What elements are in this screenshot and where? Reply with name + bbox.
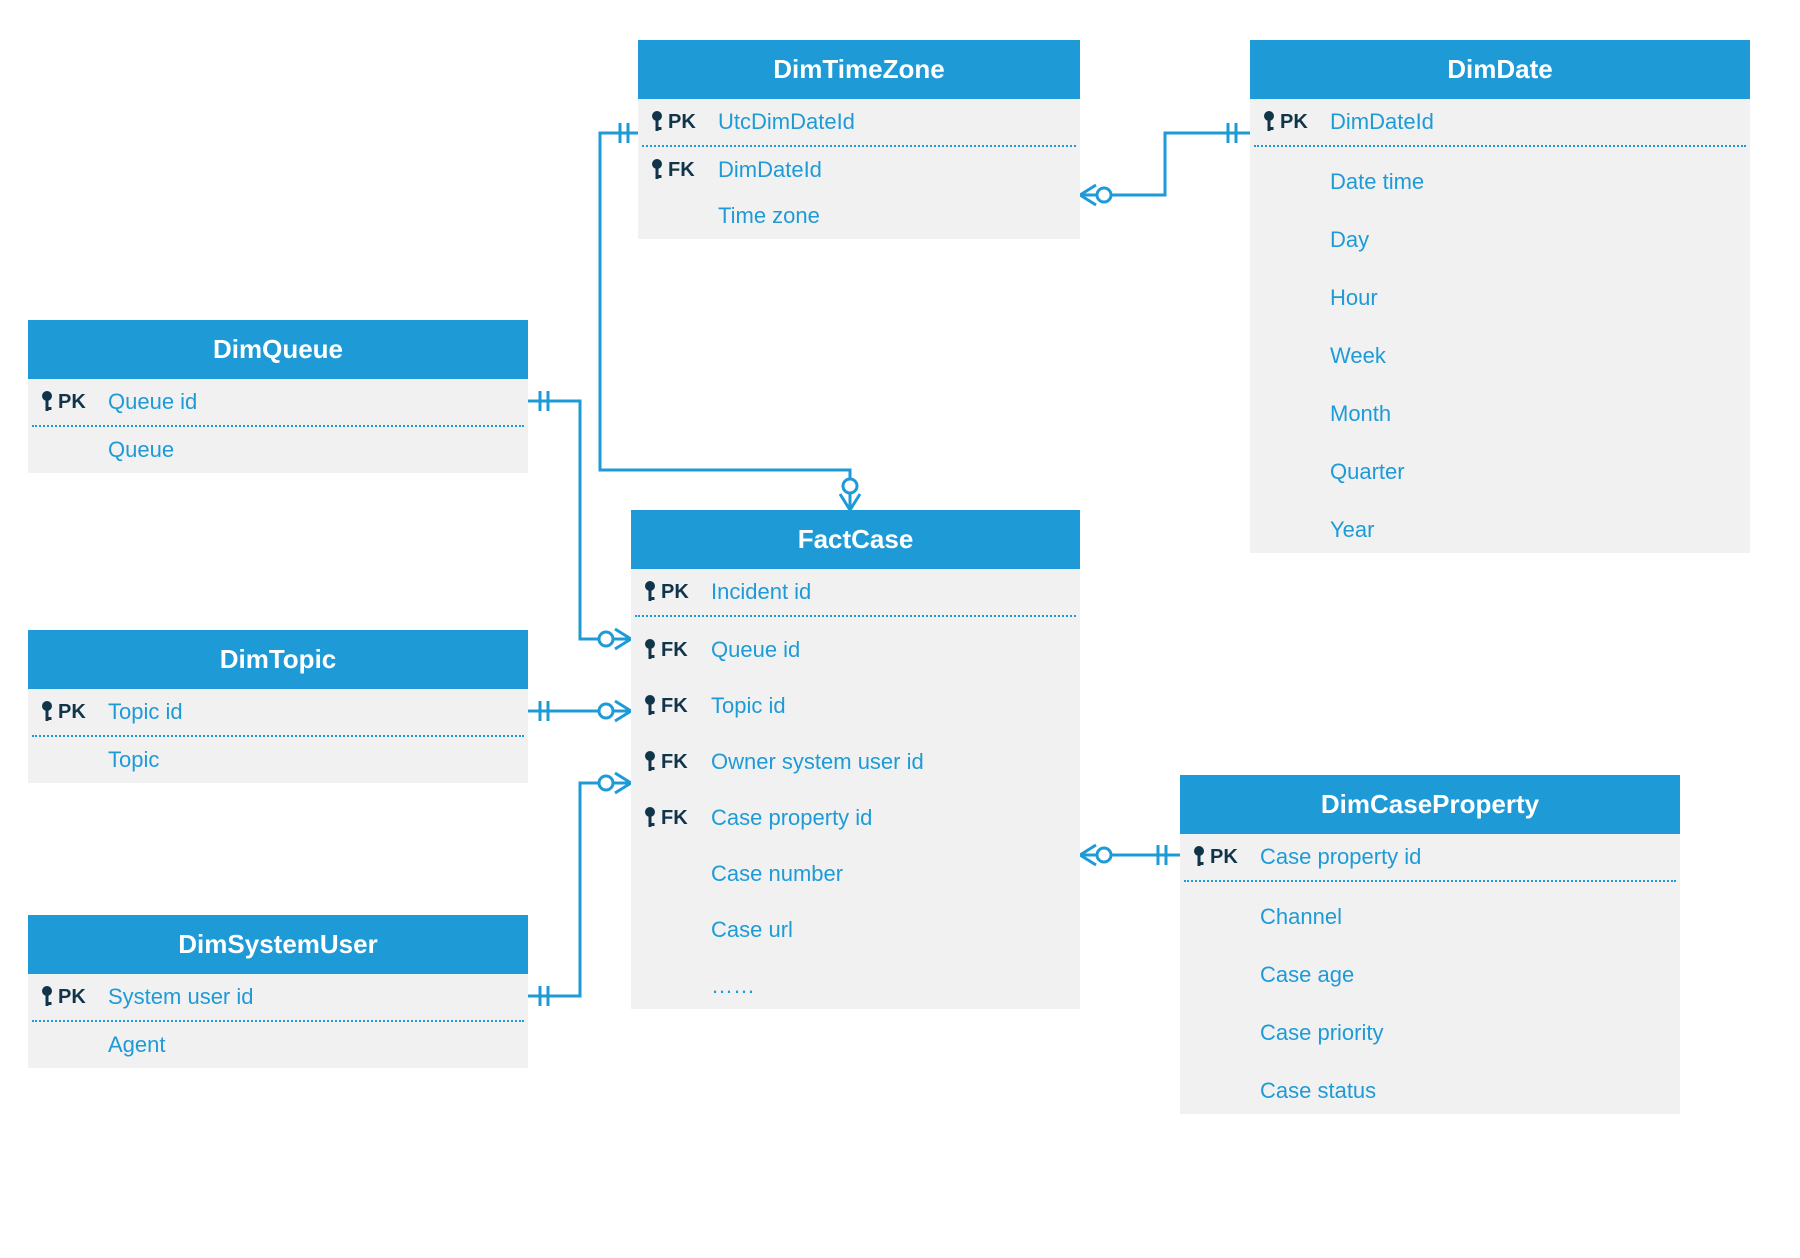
table-row: Day bbox=[1250, 205, 1750, 263]
entity-title: DimCaseProperty bbox=[1180, 775, 1680, 834]
rel-factcase-dimcaseproperty bbox=[1080, 845, 1180, 865]
column-label: …… bbox=[711, 973, 755, 999]
column-label: Case status bbox=[1260, 1078, 1376, 1104]
column-label: Channel bbox=[1260, 904, 1342, 930]
column-label: Case property id bbox=[711, 805, 872, 831]
column-label: UtcDimDateId bbox=[718, 109, 855, 135]
column-label: Case age bbox=[1260, 962, 1354, 988]
table-row: PK System user id bbox=[28, 974, 528, 1020]
entity-dimdate: DimDate PK DimDateId Date time Day Hour … bbox=[1250, 40, 1750, 553]
entity-title: DimSystemUser bbox=[28, 915, 528, 974]
column-label: Case url bbox=[711, 917, 793, 943]
column-label: Queue id bbox=[108, 389, 197, 415]
entity-dimcaseproperty: DimCaseProperty PK Case property id Chan… bbox=[1180, 775, 1680, 1114]
entity-title: DimQueue bbox=[28, 320, 528, 379]
column-label: Day bbox=[1330, 227, 1369, 253]
column-label: Topic bbox=[108, 747, 159, 773]
entity-dimsystemuser: DimSystemUser PK System user id Agent bbox=[28, 915, 528, 1068]
table-row: Topic bbox=[28, 737, 528, 783]
column-label: Time zone bbox=[718, 203, 820, 229]
column-label: DimDateId bbox=[718, 157, 822, 183]
key-icon bbox=[1190, 844, 1208, 870]
entity-title: FactCase bbox=[631, 510, 1080, 569]
table-row: Month bbox=[1250, 379, 1750, 437]
column-label: Year bbox=[1330, 517, 1374, 543]
table-row: Case url bbox=[631, 897, 1080, 953]
table-row: FK Topic id bbox=[631, 673, 1080, 729]
table-row: PK Topic id bbox=[28, 689, 528, 735]
column-label: Incident id bbox=[711, 579, 811, 605]
column-label: Agent bbox=[108, 1032, 166, 1058]
table-row: PK DimDateId bbox=[1250, 99, 1750, 145]
key-icon bbox=[1260, 109, 1278, 135]
entity-dimqueue: DimQueue PK Queue id Queue bbox=[28, 320, 528, 473]
rel-dimqueue-factcase bbox=[528, 391, 631, 649]
table-row: Case status bbox=[1180, 1056, 1680, 1114]
column-label: Topic id bbox=[711, 693, 786, 719]
column-label: System user id bbox=[108, 984, 254, 1010]
table-row: Agent bbox=[28, 1022, 528, 1068]
table-row: FK Owner system user id bbox=[631, 729, 1080, 785]
table-row: Year bbox=[1250, 495, 1750, 553]
entity-title: DimTopic bbox=[28, 630, 528, 689]
column-label: DimDateId bbox=[1330, 109, 1434, 135]
entity-factcase: FactCase PK Incident id FK Queue id FK T… bbox=[631, 510, 1080, 1009]
column-label: Hour bbox=[1330, 285, 1378, 311]
table-row: Date time bbox=[1250, 147, 1750, 205]
key-icon bbox=[641, 693, 659, 719]
entity-dimtimezone: DimTimeZone PK UtcDimDateId FK DimDateId… bbox=[638, 40, 1080, 239]
table-row: Channel bbox=[1180, 882, 1680, 940]
rel-dimsystemuser-factcase bbox=[528, 773, 631, 1006]
table-row: Queue bbox=[28, 427, 528, 473]
key-icon bbox=[641, 579, 659, 605]
entity-title: DimDate bbox=[1250, 40, 1750, 99]
column-label: Queue id bbox=[711, 637, 800, 663]
table-row: Week bbox=[1250, 321, 1750, 379]
column-label: Owner system user id bbox=[711, 749, 924, 775]
column-label: Month bbox=[1330, 401, 1391, 427]
table-row: PK Queue id bbox=[28, 379, 528, 425]
column-label: Week bbox=[1330, 343, 1386, 369]
column-label: Date time bbox=[1330, 169, 1424, 195]
table-row: Case number bbox=[631, 841, 1080, 897]
table-row: FK Case property id bbox=[631, 785, 1080, 841]
table-row: PK Case property id bbox=[1180, 834, 1680, 880]
column-label: Quarter bbox=[1330, 459, 1405, 485]
table-row: Hour bbox=[1250, 263, 1750, 321]
column-label: Case property id bbox=[1260, 844, 1421, 870]
table-row: Case age bbox=[1180, 940, 1680, 998]
rel-dimtopic-factcase bbox=[528, 701, 631, 721]
key-icon bbox=[641, 805, 659, 831]
key-icon bbox=[648, 109, 666, 135]
key-icon bbox=[641, 749, 659, 775]
table-row: Quarter bbox=[1250, 437, 1750, 495]
table-row: PK Incident id bbox=[631, 569, 1080, 615]
table-row: PK UtcDimDateId bbox=[638, 99, 1080, 145]
table-row: Time zone bbox=[638, 193, 1080, 239]
column-label: Case priority bbox=[1260, 1020, 1383, 1046]
key-icon bbox=[38, 389, 56, 415]
entity-title: DimTimeZone bbox=[638, 40, 1080, 99]
table-row: FK DimDateId bbox=[638, 147, 1080, 193]
table-row: FK Queue id bbox=[631, 617, 1080, 673]
entity-dimtopic: DimTopic PK Topic id Topic bbox=[28, 630, 528, 783]
key-icon bbox=[38, 984, 56, 1010]
key-icon bbox=[641, 637, 659, 663]
column-label: Queue bbox=[108, 437, 174, 463]
key-icon bbox=[38, 699, 56, 725]
key-icon bbox=[648, 157, 666, 183]
rel-dimtimezone-dimdate bbox=[1080, 123, 1250, 205]
table-row: Case priority bbox=[1180, 998, 1680, 1056]
table-row: …… bbox=[631, 953, 1080, 1009]
column-label: Case number bbox=[711, 861, 843, 887]
column-label: Topic id bbox=[108, 699, 183, 725]
